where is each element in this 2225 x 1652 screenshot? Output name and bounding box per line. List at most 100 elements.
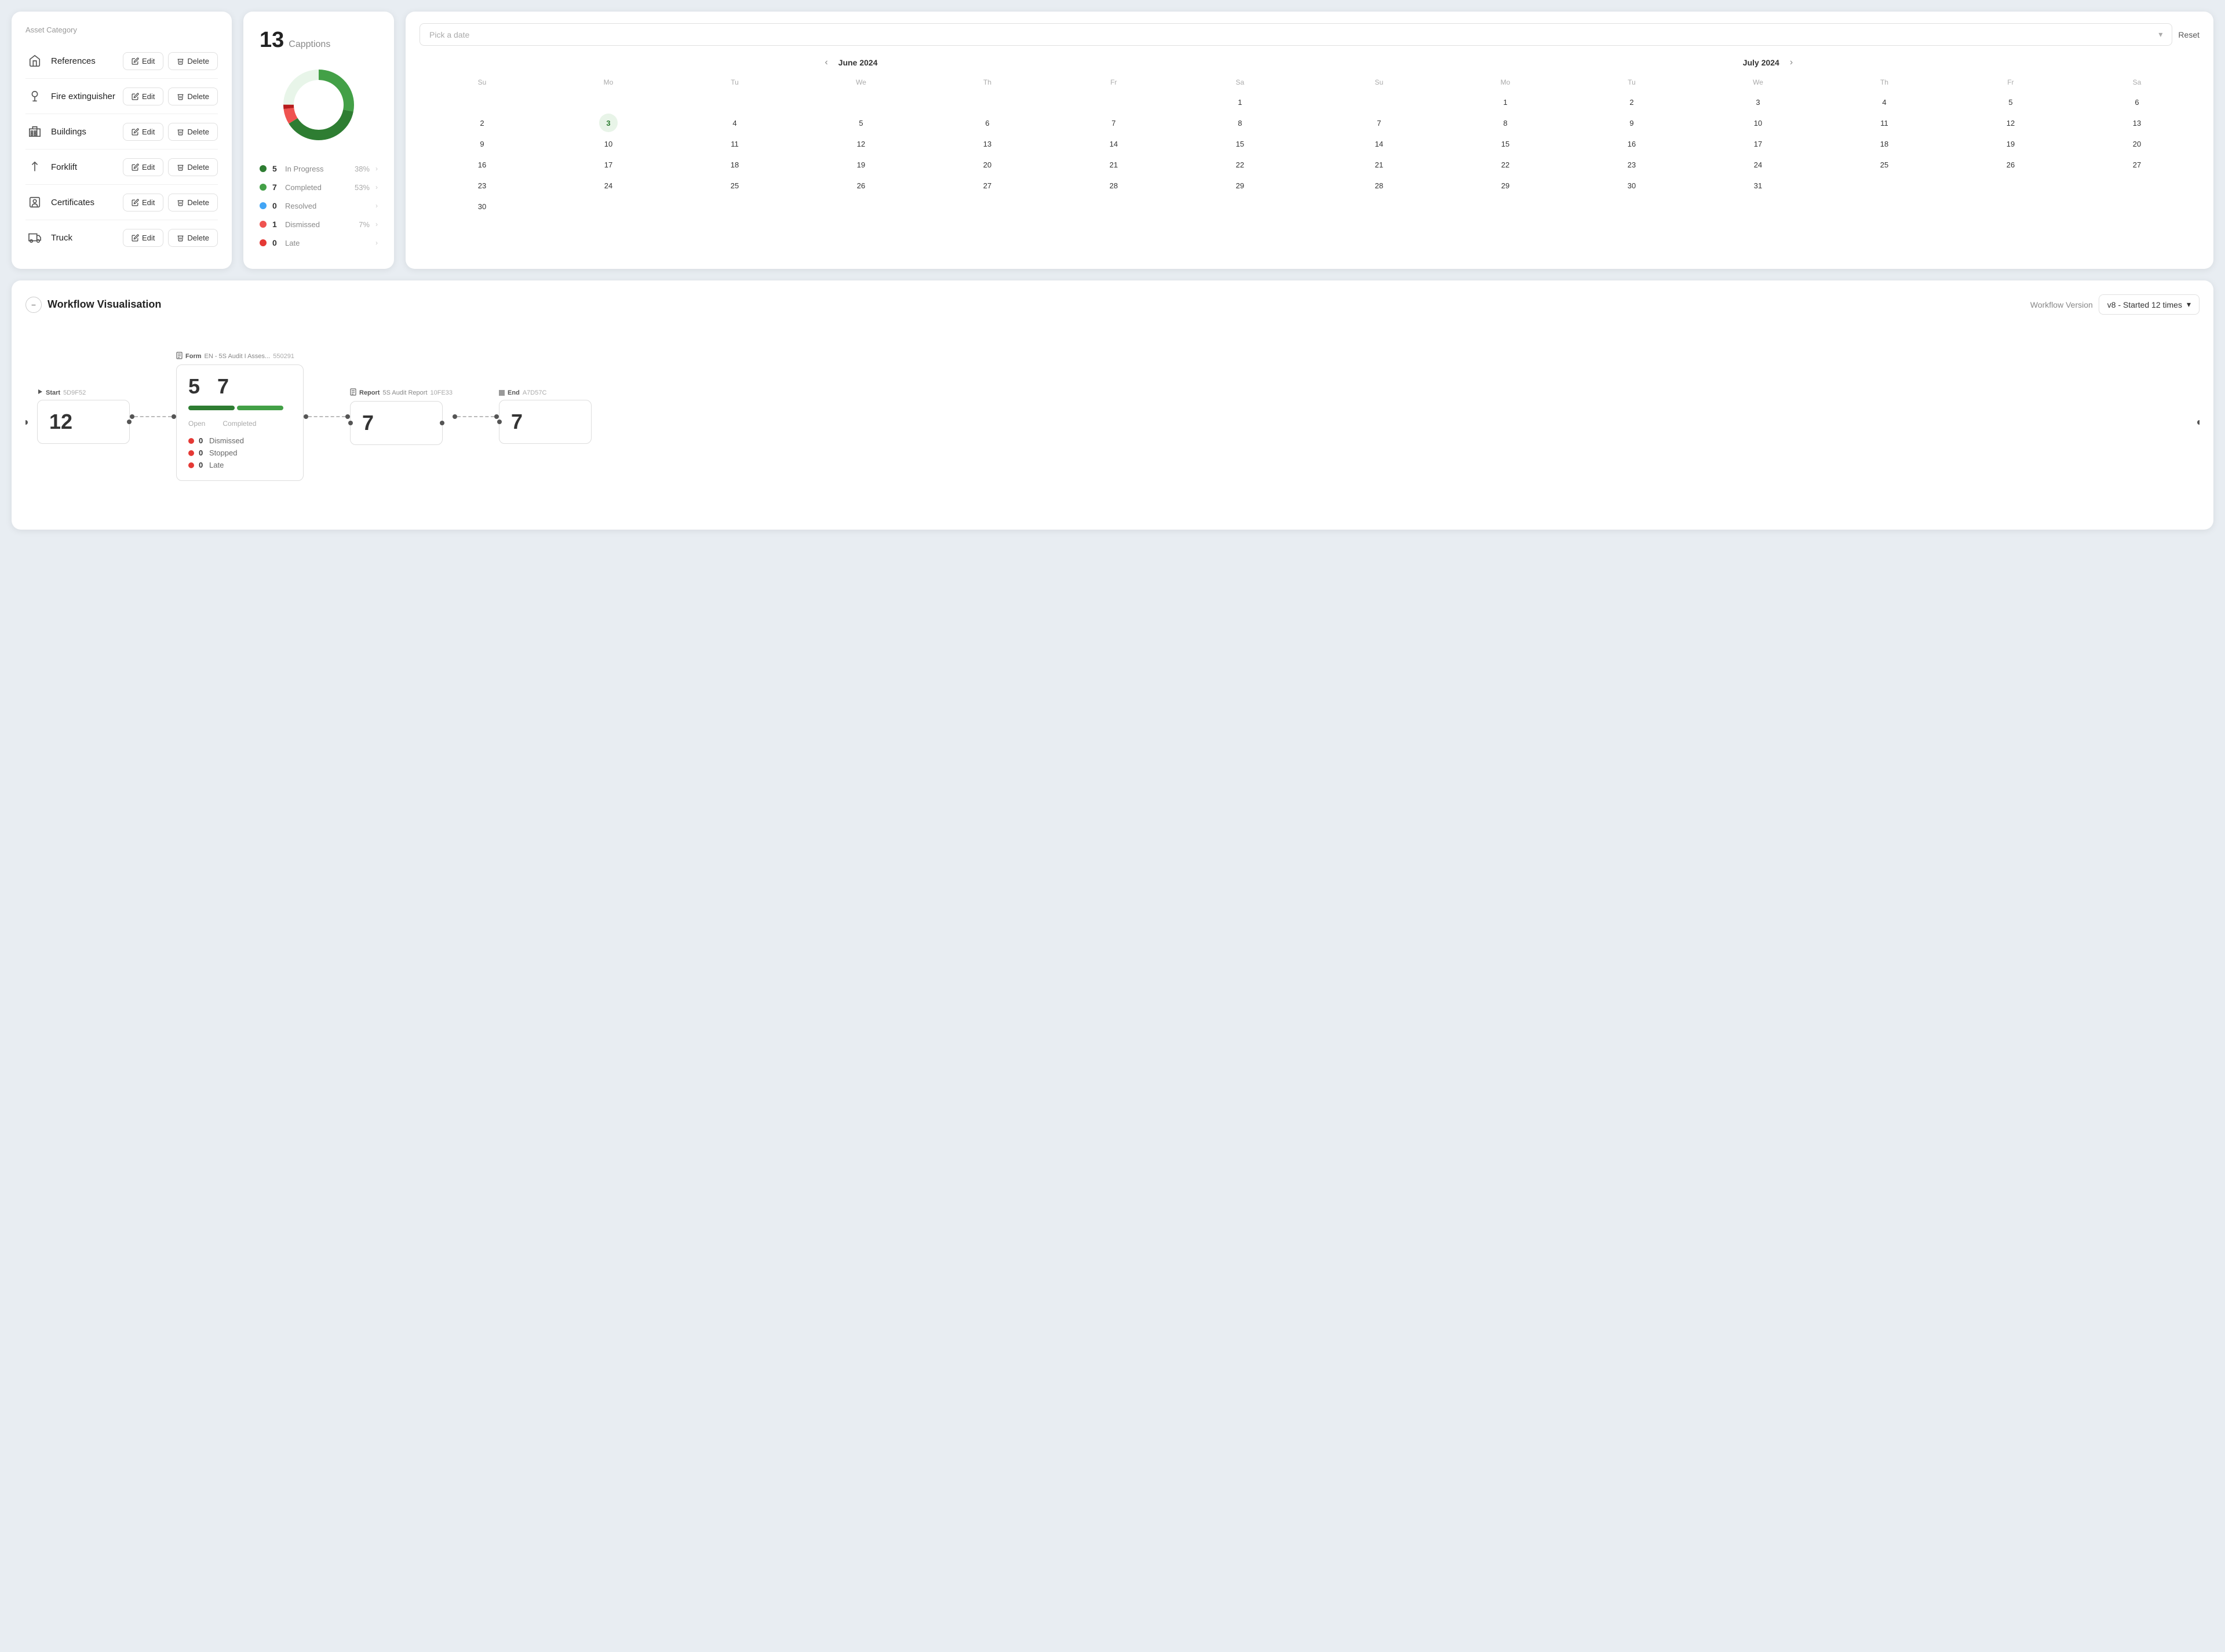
cal-day[interactable]: 4: [1875, 93, 1894, 111]
cal-day[interactable]: 25: [1875, 155, 1894, 174]
cal-day[interactable]: 6: [978, 114, 997, 132]
fire-extinguisher-delete-button[interactable]: Delete: [168, 87, 218, 105]
cal-day[interactable]: 20: [978, 155, 997, 174]
cal-day[interactable]: 7: [1104, 114, 1123, 132]
cal-day[interactable]: 10: [1749, 114, 1767, 132]
cal-day[interactable]: 24: [1749, 155, 1767, 174]
legend-dot: [260, 165, 267, 172]
cal-day[interactable]: 28: [1370, 176, 1388, 195]
fire-extinguisher-edit-button[interactable]: Edit: [123, 87, 163, 105]
cal-day[interactable]: 3: [1749, 93, 1767, 111]
asset-row-references: References Edit Delete: [25, 43, 218, 79]
calendar-next-button[interactable]: ›: [1786, 56, 1796, 69]
cal-day[interactable]: 15: [1231, 134, 1249, 153]
certificates-edit-button[interactable]: Edit: [123, 194, 163, 211]
cal-day[interactable]: 2: [1622, 93, 1641, 111]
reset-button[interactable]: Reset: [2178, 30, 2200, 39]
legend-text: Dismissed: [285, 220, 359, 229]
legend-item[interactable]: 0 Resolved ›: [260, 196, 378, 215]
cal-day[interactable]: 16: [473, 155, 491, 174]
forklift-delete-button[interactable]: Delete: [168, 158, 218, 176]
cal-day[interactable]: 31: [1749, 176, 1767, 195]
cal-day[interactable]: 13: [978, 134, 997, 153]
cal-day[interactable]: 13: [2128, 114, 2146, 132]
cal-day[interactable]: 7: [1370, 114, 1388, 132]
asset-row-fire-extinguisher: Fire extinguisher Edit Delete: [25, 79, 218, 114]
status-num: 0: [199, 448, 205, 457]
cal-day[interactable]: 11: [1875, 114, 1894, 132]
cal-day[interactable]: 22: [1496, 155, 1515, 174]
cal-day[interactable]: 6: [2128, 93, 2146, 111]
cal-day[interactable]: 22: [1231, 155, 1249, 174]
cal-day[interactable]: 27: [978, 176, 997, 195]
cal-day[interactable]: 23: [473, 176, 491, 195]
cal-day[interactable]: 17: [1749, 134, 1767, 153]
cal-day[interactable]: 26: [852, 176, 870, 195]
cal-day[interactable]: 15: [1496, 134, 1515, 153]
legend-item[interactable]: 0 Late ›: [260, 234, 378, 252]
node-label: End: [508, 389, 520, 396]
calendar-month-1: July 2024›SuMoTuWeThFrSa1234567891011121…: [1316, 56, 2200, 216]
node-dot-left: [25, 420, 28, 425]
cal-day[interactable]: 30: [473, 197, 491, 216]
legend-dot: [260, 221, 267, 228]
truck-delete-button[interactable]: Delete: [168, 229, 218, 247]
cal-day[interactable]: 27: [2128, 155, 2146, 174]
cal-day[interactable]: 3: [599, 114, 618, 132]
references-edit-button[interactable]: Edit: [123, 52, 163, 70]
cal-day[interactable]: 8: [1231, 114, 1249, 132]
workflow-version-select[interactable]: v8 - Started 12 times ▾: [2099, 294, 2200, 315]
cal-day[interactable]: 2: [473, 114, 491, 132]
forklift-edit-button[interactable]: Edit: [123, 158, 163, 176]
cal-day[interactable]: 1: [1231, 93, 1249, 111]
cal-day[interactable]: 11: [725, 134, 744, 153]
legend-num: 1: [272, 220, 280, 229]
cal-day[interactable]: 5: [852, 114, 870, 132]
legend-dot: [260, 239, 267, 246]
cal-day[interactable]: 29: [1496, 176, 1515, 195]
cal-day[interactable]: 21: [1104, 155, 1123, 174]
buildings-edit-button[interactable]: Edit: [123, 123, 163, 141]
cal-day[interactable]: 14: [1104, 134, 1123, 153]
cal-day[interactable]: 19: [2001, 134, 2020, 153]
chevron-right-icon: ›: [375, 165, 378, 173]
calendar-prev-button[interactable]: ‹: [821, 56, 831, 69]
cal-day[interactable]: 18: [1875, 134, 1894, 153]
certificates-delete-button[interactable]: Delete: [168, 194, 218, 211]
cal-day[interactable]: 26: [2001, 155, 2020, 174]
workflow-collapse-button[interactable]: −: [25, 297, 42, 313]
cal-day[interactable]: 5: [2001, 93, 2020, 111]
cal-day[interactable]: 19: [852, 155, 870, 174]
cal-day[interactable]: 25: [725, 176, 744, 195]
cal-day[interactable]: 14: [1370, 134, 1388, 153]
cal-day[interactable]: 30: [1622, 176, 1641, 195]
buildings-delete-button[interactable]: Delete: [168, 123, 218, 141]
cal-day[interactable]: 24: [599, 176, 618, 195]
cal-day[interactable]: 9: [473, 134, 491, 153]
cal-day[interactable]: 23: [1622, 155, 1641, 174]
cal-day[interactable]: 4: [725, 114, 744, 132]
legend-item[interactable]: 1 Dismissed 7% ›: [260, 215, 378, 234]
cal-day[interactable]: 20: [2128, 134, 2146, 153]
cal-day[interactable]: 18: [725, 155, 744, 174]
cal-day[interactable]: 21: [1370, 155, 1388, 174]
cal-day[interactable]: 1: [1496, 93, 1515, 111]
cal-day[interactable]: 17: [599, 155, 618, 174]
calendar-grid: ‹June 2024SuMoTuWeThFrSa1234567891011121…: [420, 56, 2200, 216]
cal-day[interactable]: 29: [1231, 176, 1249, 195]
wf-connector: [453, 414, 499, 419]
legend-item[interactable]: 5 In Progress 38% ›: [260, 159, 378, 178]
cal-day[interactable]: 9: [1622, 114, 1641, 132]
legend-item[interactable]: 7 Completed 53% ›: [260, 178, 378, 196]
cal-day[interactable]: 28: [1104, 176, 1123, 195]
cal-day[interactable]: 12: [852, 134, 870, 153]
references-delete-button[interactable]: Delete: [168, 52, 218, 70]
date-picker-button[interactable]: Pick a date ▾: [420, 23, 2172, 46]
cal-day[interactable]: 16: [1622, 134, 1641, 153]
truck-edit-button[interactable]: Edit: [123, 229, 163, 247]
asset-row-forklift: Forklift Edit Delete: [25, 149, 218, 185]
cal-day[interactable]: 10: [599, 134, 618, 153]
cal-day[interactable]: 12: [2001, 114, 2020, 132]
cal-day[interactable]: 8: [1496, 114, 1515, 132]
captions-count: 13: [260, 28, 284, 53]
